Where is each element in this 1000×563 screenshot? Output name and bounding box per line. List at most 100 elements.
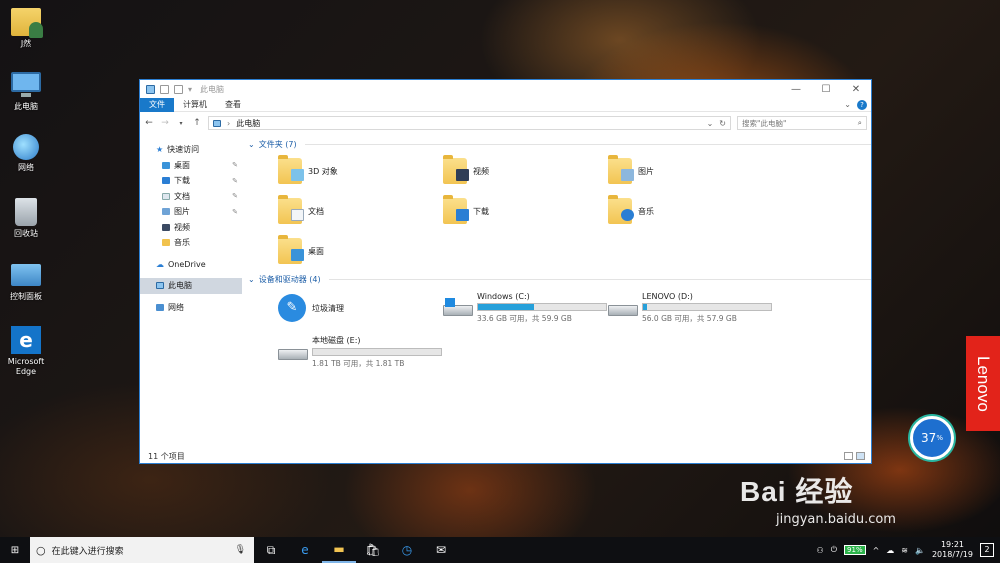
folder-music[interactable]: 音乐: [608, 191, 773, 231]
new-folder-icon[interactable]: [174, 84, 183, 94]
address-dropdown-chevron-icon[interactable]: ⌄: [707, 119, 714, 128]
device-cleanup[interactable]: ✎ 垃圾清理: [278, 286, 443, 330]
store-taskbar-icon[interactable]: 🛍: [356, 537, 390, 563]
nav-item-network[interactable]: 网络: [140, 300, 242, 316]
group-title: 文件夹 (7): [258, 140, 297, 149]
desktop-icon-this-pc[interactable]: 此电脑: [0, 72, 52, 112]
folders-grid: 3D 对象 视频 图片 文档 下载 音乐 桌面: [278, 151, 871, 271]
desktop-icon-control-panel[interactable]: 控制面板: [0, 264, 52, 302]
pin-icon[interactable]: ✎: [232, 208, 238, 216]
meter-unit: %: [936, 434, 943, 442]
pin-icon[interactable]: ✎: [232, 192, 238, 200]
nav-item-downloads[interactable]: 下载 ✎: [140, 173, 242, 189]
close-button[interactable]: ✕: [841, 84, 871, 95]
drive-label: 本地磁盘 (E:): [312, 336, 361, 345]
pin-icon[interactable]: ✎: [232, 161, 238, 169]
clock-time: 19:21: [940, 540, 965, 549]
show-hidden-icons-chevron-icon[interactable]: ^: [873, 546, 880, 555]
folder-pictures[interactable]: 图片: [608, 151, 773, 191]
edge-icon: e: [11, 326, 41, 354]
desktop-icon-network[interactable]: 网络: [0, 134, 52, 173]
nav-item-onedrive[interactable]: ☁ OneDrive: [140, 257, 242, 273]
back-arrow-icon[interactable]: ←: [144, 118, 154, 128]
wifi-icon[interactable]: ≋: [901, 546, 908, 555]
computer-icon: [11, 72, 41, 97]
address-row: ← → ▾ ↑ › 此电脑 ⌄ ↻ 搜索"此电脑" ⌕: [140, 112, 871, 134]
nav-item-documents[interactable]: 文档 ✎: [140, 189, 242, 205]
drive-d[interactable]: LENOVO (D:) 56.0 GB 可用，共 57.9 GB: [608, 286, 773, 330]
drive-usage-bar: [312, 348, 442, 356]
file-explorer-taskbar-icon[interactable]: ▬: [322, 537, 356, 563]
nav-label: 视频: [174, 222, 190, 232]
tab-computer[interactable]: 计算机: [174, 98, 216, 112]
task-view-icon[interactable]: ⧉: [254, 537, 288, 563]
system-clock[interactable]: 19:21 2018/7/19: [932, 540, 973, 560]
navigation-pane: ★ 快速访问 桌面 ✎ 下载 ✎ 文档 ✎ 图片 ✎ 视频 音乐 ☁ OneDr…: [140, 134, 242, 426]
computer-small-icon: [146, 84, 155, 94]
nav-item-pictures[interactable]: 图片 ✎: [140, 204, 242, 220]
edge-taskbar-icon[interactable]: e: [288, 537, 322, 563]
taskbar-search-box[interactable]: ○ 在此键入进行搜索 🎙: [30, 537, 254, 563]
maximize-button[interactable]: ☐: [811, 84, 841, 95]
memory-meter-widget[interactable]: 37%: [910, 416, 954, 460]
file-explorer-window: ▾ 此电脑 — ☐ ✕ 文件 计算机 查看 ⌄ ? ← → ▾ ↑ › 此电脑 …: [139, 79, 872, 464]
help-icon[interactable]: ?: [857, 99, 867, 110]
expand-ribbon-chevron-icon[interactable]: ⌄: [844, 100, 851, 109]
devices-group-header[interactable]: ⌄ 设备和驱动器 (4): [248, 273, 871, 286]
cleanup-broom-icon: ✎: [278, 294, 306, 322]
microphone-icon[interactable]: 🎙: [235, 545, 246, 555]
folder-label: 文档: [308, 206, 324, 216]
user-folder-icon: [11, 8, 43, 38]
tab-view[interactable]: 查看: [216, 98, 250, 112]
drive-c[interactable]: Windows (C:) 33.6 GB 可用，共 59.9 GB: [443, 286, 608, 330]
collapse-chevron-icon[interactable]: ⌄: [248, 140, 255, 149]
people-icon[interactable]: ⚇: [817, 546, 824, 555]
folder-label: 下载: [473, 206, 489, 216]
up-arrow-icon[interactable]: ↑: [192, 118, 202, 128]
onedrive-tray-icon[interactable]: ☁: [886, 546, 894, 555]
folder-documents[interactable]: 文档: [278, 191, 443, 231]
search-icon[interactable]: ⌕: [858, 118, 862, 128]
nav-item-this-pc[interactable]: 此电脑: [140, 278, 242, 294]
refresh-icon[interactable]: ↻: [719, 119, 726, 128]
drive-e[interactable]: 本地磁盘 (E:) 1.81 TB 可用，共 1.81 TB: [278, 330, 443, 374]
action-center-icon[interactable]: 2: [980, 543, 994, 557]
properties-icon[interactable]: [160, 84, 169, 94]
folders-group-header[interactable]: ⌄ 文件夹 (7): [248, 138, 871, 151]
folder-label: 视频: [473, 166, 489, 176]
clock-app-taskbar-icon[interactable]: ◷: [390, 537, 424, 563]
documents-folder-icon: [162, 192, 170, 200]
nav-item-desktop[interactable]: 桌面 ✎: [140, 158, 242, 174]
pin-icon[interactable]: ✎: [232, 177, 238, 185]
nav-label: 文档: [174, 191, 190, 201]
desktop-icon-edge[interactable]: e Microsoft Edge: [0, 326, 52, 377]
search-input[interactable]: 搜索"此电脑" ⌕: [737, 116, 867, 130]
folder-downloads[interactable]: 下载: [443, 191, 608, 231]
folder-videos[interactable]: 视频: [443, 151, 608, 191]
address-bar[interactable]: › 此电脑 ⌄ ↻: [208, 116, 731, 130]
nav-item-music[interactable]: 音乐: [140, 235, 242, 251]
nav-item-videos[interactable]: 视频: [140, 220, 242, 236]
windows-start-icon[interactable]: ⊞: [0, 545, 30, 556]
customize-toolbar-chevron-icon[interactable]: ▾: [188, 85, 192, 94]
tab-file[interactable]: 文件: [140, 97, 174, 112]
folder-3d-objects[interactable]: 3D 对象: [278, 151, 443, 191]
network-globe-icon: [13, 134, 39, 160]
cloud-icon: ☁: [156, 259, 164, 269]
battery-indicator[interactable]: 91%: [844, 545, 866, 555]
volume-icon[interactable]: 🔈: [915, 546, 925, 555]
music-folder-icon: [162, 239, 170, 247]
minimize-button[interactable]: —: [781, 84, 811, 95]
collapse-chevron-icon[interactable]: ⌄: [248, 275, 255, 284]
large-icons-view-icon[interactable]: [856, 452, 865, 460]
details-view-icon[interactable]: [844, 452, 853, 460]
desktop-icon-recycle-bin[interactable]: 回收站: [0, 198, 52, 239]
nav-item-quick-access[interactable]: ★ 快速访问: [140, 142, 242, 158]
recent-locations-chevron-icon[interactable]: ▾: [176, 120, 186, 127]
desktop-icon-user-folder[interactable]: J然: [0, 8, 52, 49]
nav-label: 此电脑: [168, 281, 192, 291]
forward-arrow-icon[interactable]: →: [160, 118, 170, 128]
mail-taskbar-icon[interactable]: ✉: [424, 537, 458, 563]
watermark-url: jingyan.baidu.com: [776, 512, 896, 527]
folder-desktop[interactable]: 桌面: [278, 231, 443, 271]
